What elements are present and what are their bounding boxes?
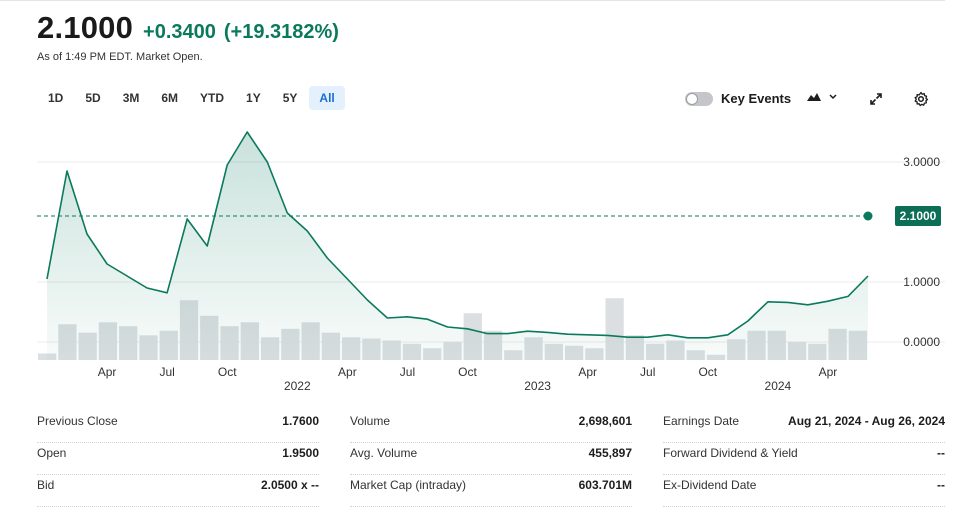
stat-volume: Volume 2,698,601: [350, 410, 632, 443]
range-all[interactable]: All: [309, 86, 345, 110]
key-events-toggle[interactable]: Key Events: [685, 91, 791, 106]
range-3m[interactable]: 3M: [113, 86, 150, 110]
y-tick-label: 3.0000: [903, 155, 940, 169]
price-change: +0.3400: [143, 21, 216, 43]
stat-label: Market Cap (intraday): [350, 478, 467, 492]
key-events-label: Key Events: [721, 91, 792, 106]
range-selector: 1D 5D 3M 6M YTD 1Y 5Y All: [38, 86, 347, 110]
stat-earnings-date: Earnings Date Aug 21, 2024 - Aug 26, 202…: [663, 410, 945, 443]
stat-forward-dividend: Forward Dividend & Yield --: [663, 442, 945, 475]
y-tick-label: 1.0000: [903, 275, 940, 289]
quote-header: 2.1000 +0.3400 (+19.3182%): [37, 10, 339, 46]
stat-ex-dividend-date: Ex-Dividend Date --: [663, 474, 945, 507]
stat-label: Previous Close: [37, 414, 118, 428]
stat-value: Aug 21, 2024 - Aug 26, 2024: [788, 414, 945, 428]
x-tick-label: Apr: [819, 365, 838, 379]
chevron-down-icon: [829, 94, 837, 100]
range-1y[interactable]: 1Y: [236, 86, 271, 110]
stat-bid: Bid 2.0500 x --: [37, 474, 319, 507]
stat-open: Open 1.9500: [37, 442, 319, 475]
stat-label: Ex-Dividend Date: [663, 478, 757, 492]
stat-label: Forward Dividend & Yield: [663, 446, 798, 460]
stat-value: --: [937, 478, 945, 492]
stat-market-cap: Market Cap (intraday) 603.701M: [350, 474, 632, 507]
range-5d[interactable]: 5D: [75, 86, 110, 110]
range-1d[interactable]: 1D: [38, 86, 73, 110]
top-divider: [0, 0, 945, 1]
stat-label: Avg. Volume: [350, 446, 418, 460]
mountain-chart-icon: [807, 93, 821, 101]
market-status: As of 1:49 PM EDT. Market Open.: [37, 51, 203, 63]
x-tick-label: Jul: [640, 365, 655, 379]
stat-value: --: [937, 446, 945, 460]
expand-icon[interactable]: [866, 89, 886, 109]
gear-icon[interactable]: [911, 89, 931, 109]
stat-label: Open: [37, 446, 67, 460]
price-area-fill: [47, 132, 868, 360]
price-change-percent: (+19.3182%): [223, 21, 339, 43]
stat-value: 2.0500 x --: [260, 478, 319, 492]
stat-value: 2,698,601: [578, 414, 632, 428]
current-price: 2.1000: [37, 10, 134, 45]
x-tick-label: Apr: [98, 365, 117, 379]
chart-type-dropdown[interactable]: [806, 91, 838, 103]
stat-label: Volume: [350, 414, 391, 428]
x-tick-label: Oct: [458, 365, 477, 379]
x-tick-label: Jul: [400, 365, 415, 379]
range-ytd[interactable]: YTD: [190, 86, 234, 110]
x-year-label: 2022: [284, 379, 311, 393]
range-5y[interactable]: 5Y: [273, 86, 308, 110]
stat-value: 455,897: [588, 446, 632, 460]
current-price-badge-label: 2.1000: [900, 209, 937, 223]
stat-previous-close: Previous Close 1.7600: [37, 410, 319, 443]
x-tick-label: Apr: [338, 365, 357, 379]
x-tick-label: Oct: [698, 365, 717, 379]
y-tick-label: 0.0000: [903, 335, 940, 349]
x-tick-label: Jul: [159, 365, 174, 379]
x-tick-label: Oct: [218, 365, 237, 379]
stat-value: 603.701M: [578, 478, 632, 492]
x-tick-label: Apr: [578, 365, 597, 379]
stat-value: 1.9500: [282, 446, 319, 460]
price-chart[interactable]: 3.0000 1.0000 0.0000 Apr Jul Oct Apr Jul Oct Apr…: [0, 120, 960, 405]
stat-value: 1.7600: [282, 414, 319, 428]
last-price-marker: [863, 211, 873, 221]
stat-label: Earnings Date: [663, 414, 740, 428]
x-year-label: 2023: [524, 379, 551, 393]
x-year-label: 2024: [765, 379, 792, 393]
toggle-switch[interactable]: [685, 91, 713, 106]
range-6m[interactable]: 6M: [151, 86, 188, 110]
stat-avg-volume: Avg. Volume 455,897: [350, 442, 632, 475]
stat-label: Bid: [37, 478, 55, 492]
